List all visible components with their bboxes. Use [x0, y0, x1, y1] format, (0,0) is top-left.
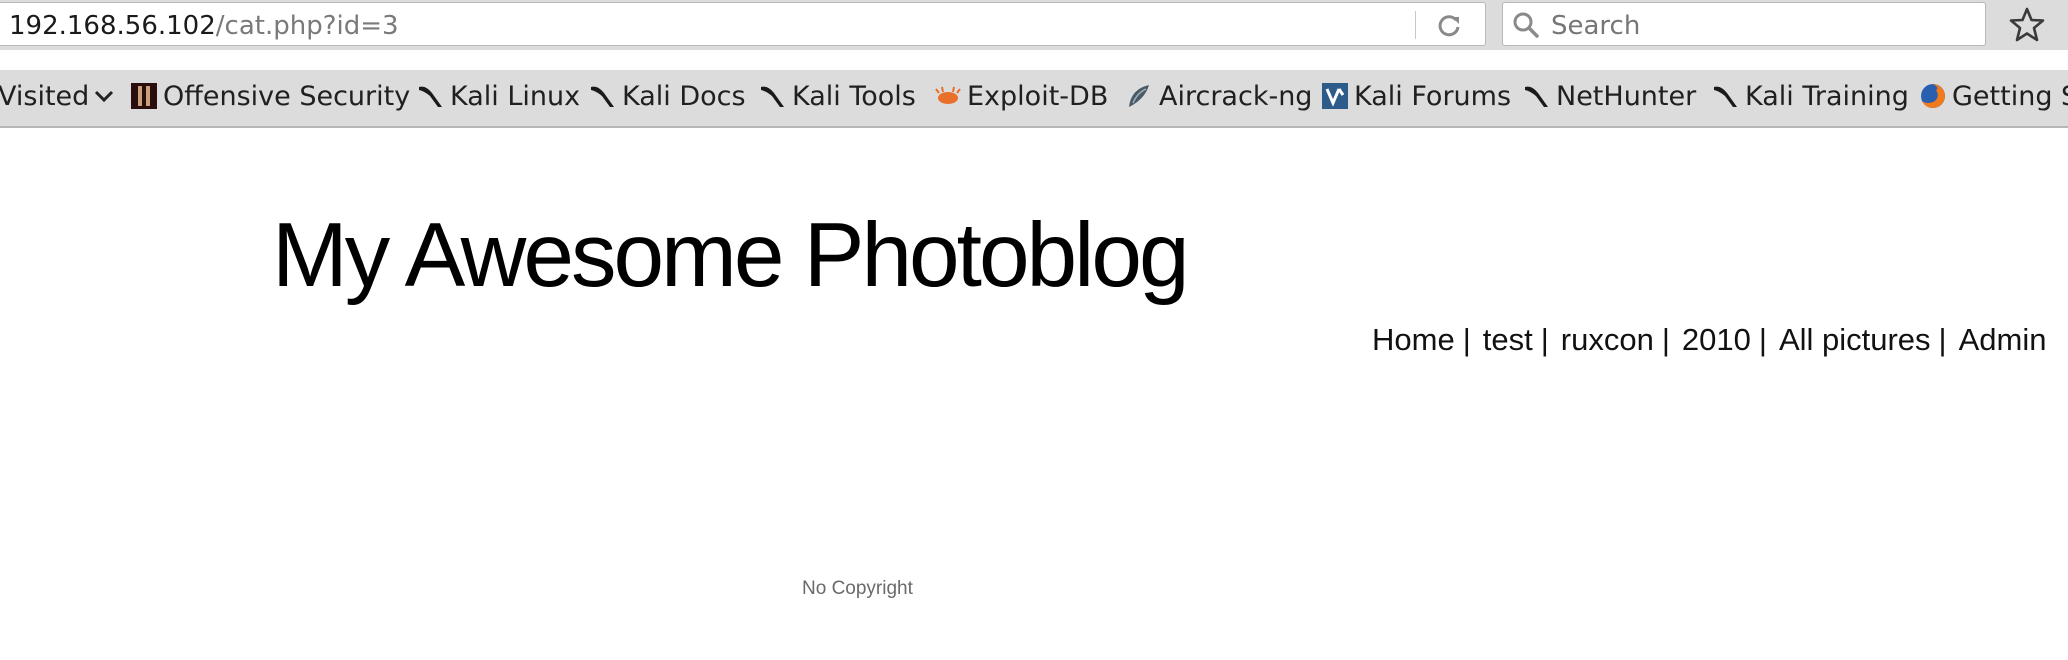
url-path: /cat.php?id=3: [215, 11, 399, 41]
kali-dragon-icon: [419, 86, 442, 107]
bookmark-kali-tools[interactable]: Kali Tools: [758, 78, 916, 114]
bookmark-label: Aircrack-ng: [1159, 80, 1313, 112]
nav-link-all-pictures[interactable]: All pictures: [1779, 322, 1931, 358]
bookmark-star-icon[interactable]: [2008, 6, 2046, 44]
bookmark-label: Kali Tools: [792, 80, 916, 112]
nav-separator: |: [1462, 322, 1471, 357]
bookmark-getting-started[interactable]: Getting S: [1918, 78, 2068, 114]
bookmark-exploit-db[interactable]: Exploit-DB: [933, 78, 1108, 114]
url-text[interactable]: 192.168.56.102/cat.php?id=3: [9, 11, 399, 41]
search-placeholder: Search: [1551, 11, 1641, 41]
bookmark-kali-docs[interactable]: Kali Docs: [588, 78, 746, 114]
bookmark-label: Visited: [0, 80, 90, 112]
bookmarks-toolbar: Visited Offensive Security Kali Linux Ka…: [0, 70, 2068, 128]
nav-link-admin[interactable]: Admin: [1959, 322, 2047, 358]
address-bar[interactable]: 192.168.56.102/cat.php?id=3: [0, 2, 1486, 46]
bookmark-label: Getting S: [1952, 80, 2068, 112]
bookmark-nethunter[interactable]: NetHunter: [1522, 78, 1696, 114]
url-host: 192.168.56.102: [9, 11, 216, 41]
page-title: My Awesome Photoblog: [272, 205, 1190, 306]
bookmark-kali-linux[interactable]: Kali Linux: [416, 78, 580, 114]
exploit-db-icon: [935, 86, 961, 104]
search-icon: [1513, 12, 1539, 38]
bookmark-label: Kali Docs: [622, 80, 746, 112]
bookmark-offensive-security[interactable]: Offensive Security: [129, 78, 410, 114]
bookmark-visited[interactable]: Visited: [0, 78, 115, 114]
nav-link-test[interactable]: test: [1483, 322, 1533, 358]
search-bar[interactable]: Search: [1502, 2, 1986, 46]
url-separator: [1415, 11, 1416, 39]
bookmark-label: Kali Linux: [450, 80, 581, 112]
nav-separator: |: [1758, 322, 1767, 357]
nav-link-ruxcon[interactable]: ruxcon: [1561, 322, 1654, 358]
nav-link-2010[interactable]: 2010: [1682, 322, 1751, 358]
chevron-down-icon: [95, 90, 114, 103]
firefox-icon: [1921, 84, 1945, 108]
bookmark-label: Kali Forums: [1354, 80, 1512, 112]
bookmark-label: Offensive Security: [163, 80, 411, 112]
bookmark-label: Exploit-DB: [967, 80, 1109, 112]
bookmark-label: NetHunter: [1556, 80, 1697, 112]
nav-separator: |: [1540, 322, 1549, 357]
reload-icon[interactable]: [1433, 9, 1465, 41]
kali-dragon-icon: [1714, 86, 1737, 107]
site-nav: Home | test | ruxcon | 2010 | All pictur…: [1372, 322, 2046, 358]
kali-dragon-icon: [761, 86, 784, 107]
kali-forums-icon: [1322, 83, 1348, 109]
bookmark-aircrack-ng[interactable]: Aircrack-ng: [1125, 78, 1312, 114]
offensive-security-icon: [131, 83, 157, 109]
bookmark-kali-forums[interactable]: Kali Forums: [1320, 78, 1511, 114]
aircrack-ng-icon: [1129, 85, 1149, 107]
bookmark-label: Kali Training: [1745, 80, 1909, 112]
kali-dragon-icon: [1525, 86, 1548, 107]
kali-dragon-icon: [591, 86, 614, 107]
footer-text: No Copyright: [802, 578, 913, 599]
bookmark-kali-training[interactable]: Kali Training: [1711, 78, 1909, 114]
nav-separator: |: [1938, 322, 1947, 357]
nav-link-home[interactable]: Home: [1372, 322, 1455, 358]
browser-navbar: 192.168.56.102/cat.php?id=3 Search: [0, 0, 2068, 50]
nav-separator: |: [1661, 322, 1670, 357]
